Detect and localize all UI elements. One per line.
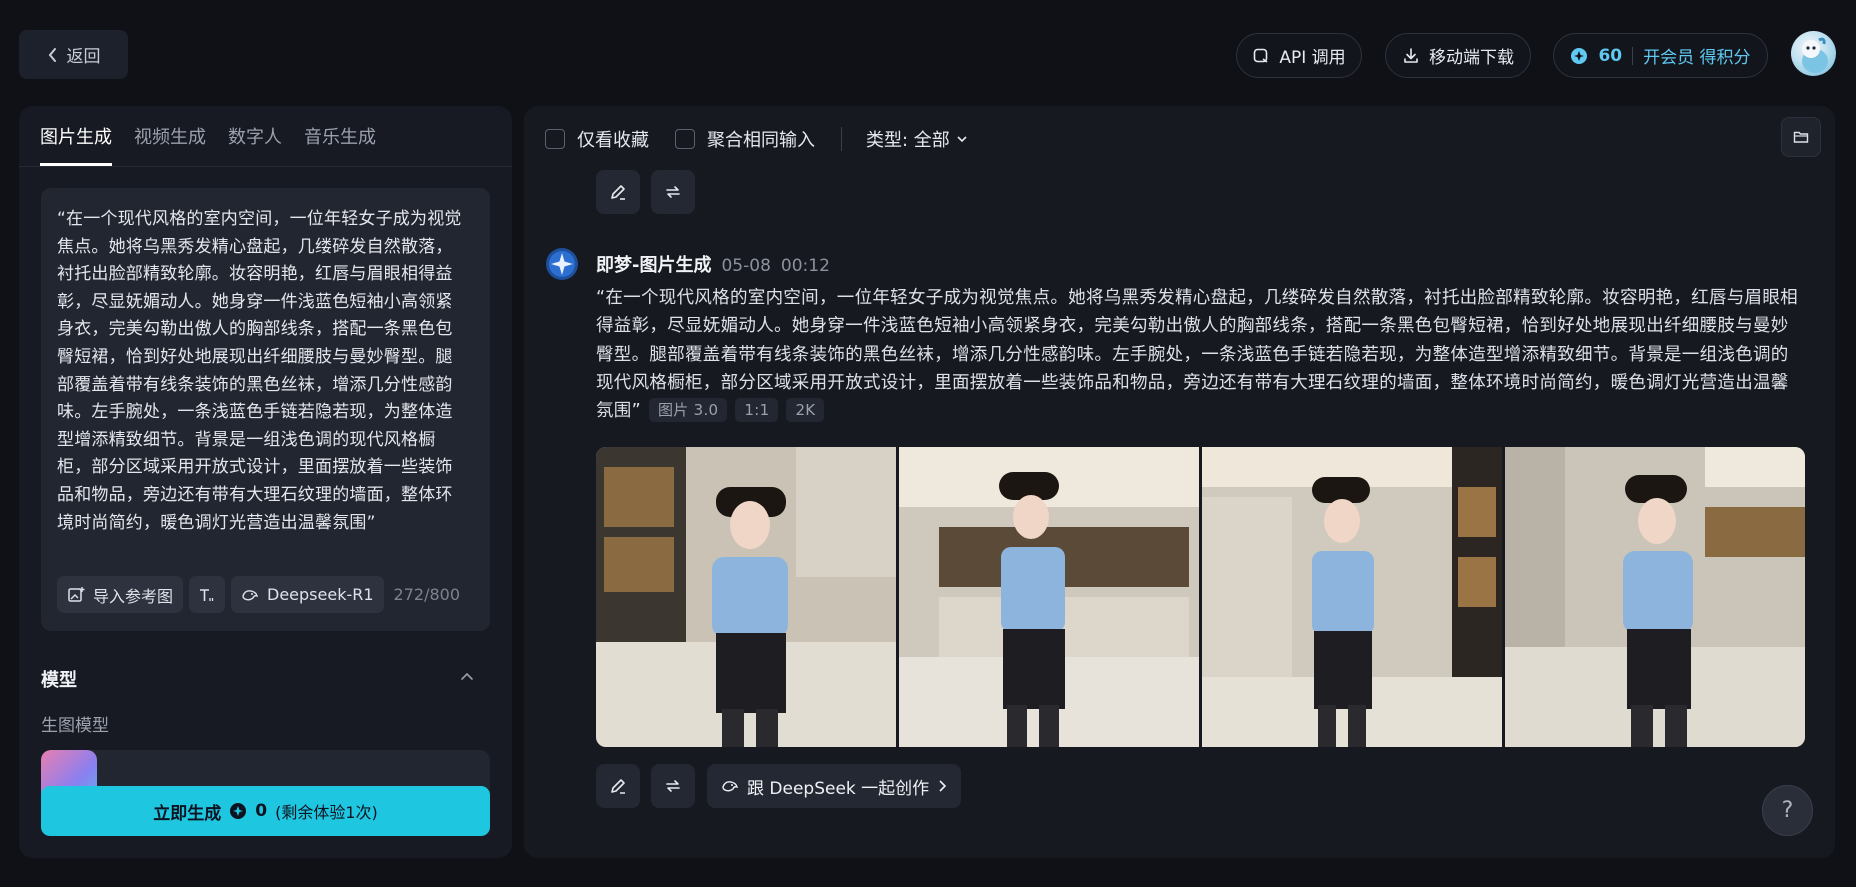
credits-count: 60 <box>1598 45 1623 66</box>
tab-video-generation[interactable]: 视频生成 <box>134 123 206 166</box>
regenerate-button-prev[interactable] <box>651 170 695 214</box>
deepseek-whale-icon <box>722 781 738 792</box>
deepseek-toggle-button[interactable]: Deepseek-R1 <box>231 576 384 613</box>
generated-images <box>596 447 1805 747</box>
generate-cost: 0 <box>255 801 268 821</box>
chevron-left-icon <box>48 47 56 62</box>
deepseek-cta-label: 跟 DeepSeek 一起创作 <box>747 778 930 799</box>
regenerate-button[interactable] <box>651 764 695 808</box>
type-select-label: 类型: 全部 <box>866 130 950 151</box>
prompt-textarea[interactable]: “在一个现代风格的室内空间，一位年轻女子成为视觉焦点。她将乌黑秀发精心盘起，几缕… <box>57 206 462 537</box>
record-header: 即梦-图片生成 05-08 00:12 <box>596 251 830 277</box>
record-time: 00:12 <box>780 256 830 276</box>
credits-cost-icon <box>230 803 247 819</box>
tag-aspect-ratio: 1:1 <box>735 398 779 423</box>
api-label: API 调用 <box>1279 48 1346 68</box>
tab-image-generation[interactable]: 图片生成 <box>40 123 112 166</box>
prompt-box[interactable]: “在一个现代风格的室内空间，一位年轻女子成为视觉焦点。她将乌黑秀发精心盘起，几缕… <box>41 188 490 631</box>
back-button[interactable]: 返回 <box>19 30 128 79</box>
right-panel: 仅看收藏 聚合相同输入 类型: 全部 即梦-图片生成 05-08 00:12 “… <box>524 106 1835 858</box>
image-add-icon <box>68 586 85 602</box>
folder-button[interactable] <box>1781 117 1821 157</box>
vip-link[interactable]: 开会员 得积分 <box>1643 43 1750 68</box>
user-avatar[interactable] <box>1791 31 1836 76</box>
type-select[interactable]: 类型: 全部 <box>866 126 968 152</box>
tabs-divider <box>19 166 512 167</box>
tag-resolution: 2K <box>786 398 825 423</box>
deepseek-create-button[interactable]: 跟 DeepSeek 一起创作 <box>707 764 962 808</box>
generated-image-2[interactable] <box>899 447 1199 747</box>
generated-image-1[interactable] <box>596 447 896 747</box>
generate-button[interactable]: 立即生成 0 (剩余体验1次) <box>41 786 490 836</box>
credits-pill[interactable]: 60 开会员 得积分 <box>1553 33 1768 78</box>
merge-filter[interactable]: 聚合相同输入 <box>675 126 815 152</box>
api-button[interactable]: API 调用 <box>1236 33 1362 78</box>
api-icon <box>1254 48 1268 63</box>
folder-icon <box>1793 131 1809 143</box>
download-label: 移动端下载 <box>1429 48 1514 68</box>
chevron-right-icon <box>939 780 947 792</box>
import-reference-button[interactable]: 导入参考图 <box>57 576 184 613</box>
favorites-label: 仅看收藏 <box>577 130 649 151</box>
jimeng-logo-icon <box>546 248 578 280</box>
chevron-up-icon[interactable] <box>456 666 478 688</box>
tab-music-generation[interactable]: 音乐生成 <box>304 123 376 166</box>
credits-divider <box>1632 46 1634 65</box>
record-date: 05-08 <box>721 256 771 276</box>
text-style-button[interactable] <box>189 576 226 613</box>
repeat-icon <box>666 186 680 198</box>
merge-checkbox[interactable] <box>675 129 695 149</box>
deepseek-whale-icon <box>242 589 259 600</box>
help-button[interactable]: ? <box>1762 785 1813 836</box>
filter-divider <box>841 127 842 151</box>
edit-button-prev[interactable] <box>596 170 640 214</box>
generate-remaining: (剩余体验1次) <box>275 803 378 822</box>
deepseek-label: Deepseek-R1 <box>267 585 374 604</box>
merge-label: 聚合相同输入 <box>707 130 815 151</box>
text-format-icon <box>200 588 214 601</box>
filter-bar: 仅看收藏 聚合相同输入 类型: 全部 <box>545 124 968 154</box>
tag-model-version: 图片 3.0 <box>648 398 728 423</box>
generated-image-3[interactable] <box>1202 447 1502 747</box>
repeat-icon <box>666 780 680 792</box>
credits-icon <box>1571 47 1588 64</box>
pencil-icon <box>611 185 625 200</box>
import-reference-label: 导入参考图 <box>93 586 174 606</box>
edit-button[interactable] <box>596 764 640 808</box>
chevron-down-icon <box>957 136 967 143</box>
pencil-icon <box>611 779 625 794</box>
prompt-tools: 导入参考图 Deepseek-R1 272/800 <box>57 576 460 613</box>
avatar-image <box>1802 37 1828 73</box>
left-panel: 图片生成 视频生成 数字人 音乐生成 “在一个现代风格的室内空间，一位年轻女子成… <box>19 106 512 858</box>
download-icon <box>1404 47 1418 63</box>
tab-digital-human[interactable]: 数字人 <box>228 123 282 166</box>
generate-label: 立即生成 <box>153 803 222 824</box>
record-source: 即梦-图片生成 <box>596 255 712 276</box>
back-label: 返回 <box>66 47 101 67</box>
model-sub-label: 生图模型 <box>41 716 109 736</box>
char-count: 272/800 <box>393 585 461 604</box>
favorites-filter[interactable]: 仅看收藏 <box>545 126 649 152</box>
generation-tabs: 图片生成 视频生成 数字人 音乐生成 <box>40 123 376 166</box>
mobile-download-button[interactable]: 移动端下载 <box>1385 33 1531 78</box>
record-prompt: “在一个现代风格的室内空间，一位年轻女子成为视觉焦点。她将乌黑秀发精心盘起，几缕… <box>596 284 1801 425</box>
model-section-title: 模型 <box>41 670 77 691</box>
generated-image-4[interactable] <box>1505 447 1805 747</box>
favorites-checkbox[interactable] <box>545 129 565 149</box>
